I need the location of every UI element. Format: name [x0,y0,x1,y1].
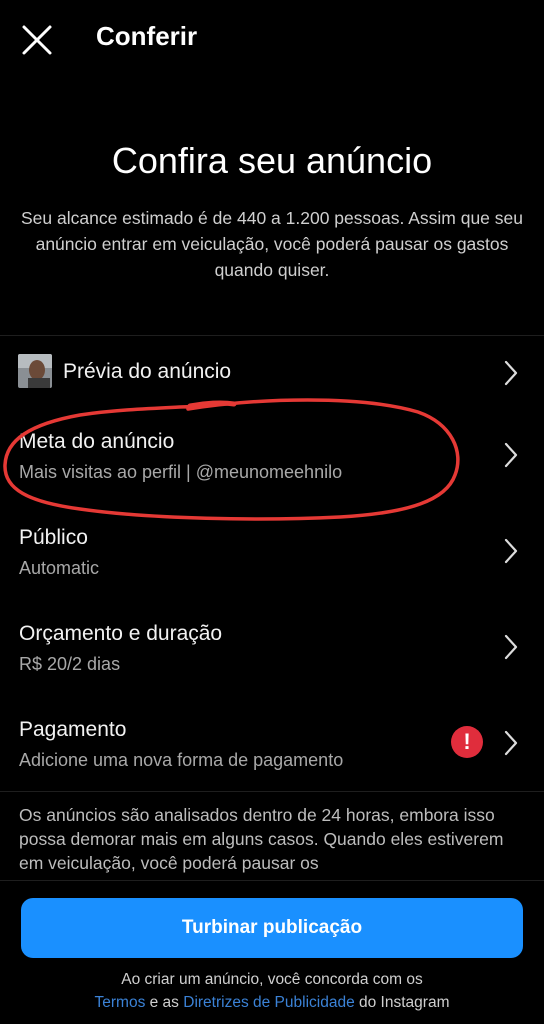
review-heading: Confira seu anúncio [111,140,433,181]
payment-value: Adicione uma nova forma de pagamento [19,750,344,770]
terms-line-2: Termos e as Diretrizes de Publicidade do… [0,991,544,1014]
review-info-text: Os anúncios são analisados dentro de 24 … [19,805,504,873]
budget-duration-row[interactable]: Orçamento e duração R$ 20/2 dias [0,604,544,694]
chevron-right-icon [504,730,518,756]
chevron-right-icon [504,360,518,386]
divider [0,880,544,881]
audience-label: Público [19,526,88,549]
top-bar: Conferir [0,0,544,78]
payment-label: Pagamento [19,718,127,741]
ad-goal-value: Mais visitas ao perfil | @meunomeehnilo [19,462,343,482]
terms-link[interactable]: Termos [95,994,146,1011]
alert-icon: ! [451,726,483,758]
ad-goal-row[interactable]: Meta do anúncio Mais visitas ao perfil |… [0,412,544,502]
ad-preview-row[interactable]: Prévia do anúncio [0,336,544,408]
boost-post-button[interactable]: Turbinar publicação [21,898,523,958]
reach-estimate-text: Seu alcance estimado é de 440 a 1.200 pe… [21,208,523,280]
budget-value: R$ 20/2 dias [19,654,121,674]
chevron-right-icon [504,634,518,660]
divider [0,791,544,792]
audience-value: Automatic [19,558,100,578]
ad-guidelines-link[interactable]: Diretrizes de Publicidade [183,994,354,1011]
terms-connector: e as [145,994,184,1011]
budget-label: Orçamento e duração [19,622,223,645]
ad-preview-label: Prévia do anúncio [63,360,232,383]
close-icon[interactable] [20,23,54,57]
chevron-right-icon [504,442,518,468]
ad-goal-label: Meta do anúncio [19,430,175,453]
chevron-right-icon [504,538,518,564]
page-title: Conferir [96,21,198,51]
preview-thumbnail [18,354,52,388]
terms-line-1: Ao criar um anúncio, você concorda com o… [121,971,423,988]
terms-notice: Ao criar um anúncio, você concorda com o… [0,968,544,1014]
terms-suffix: do Instagram [354,994,450,1011]
audience-row[interactable]: Público Automatic [0,508,544,598]
